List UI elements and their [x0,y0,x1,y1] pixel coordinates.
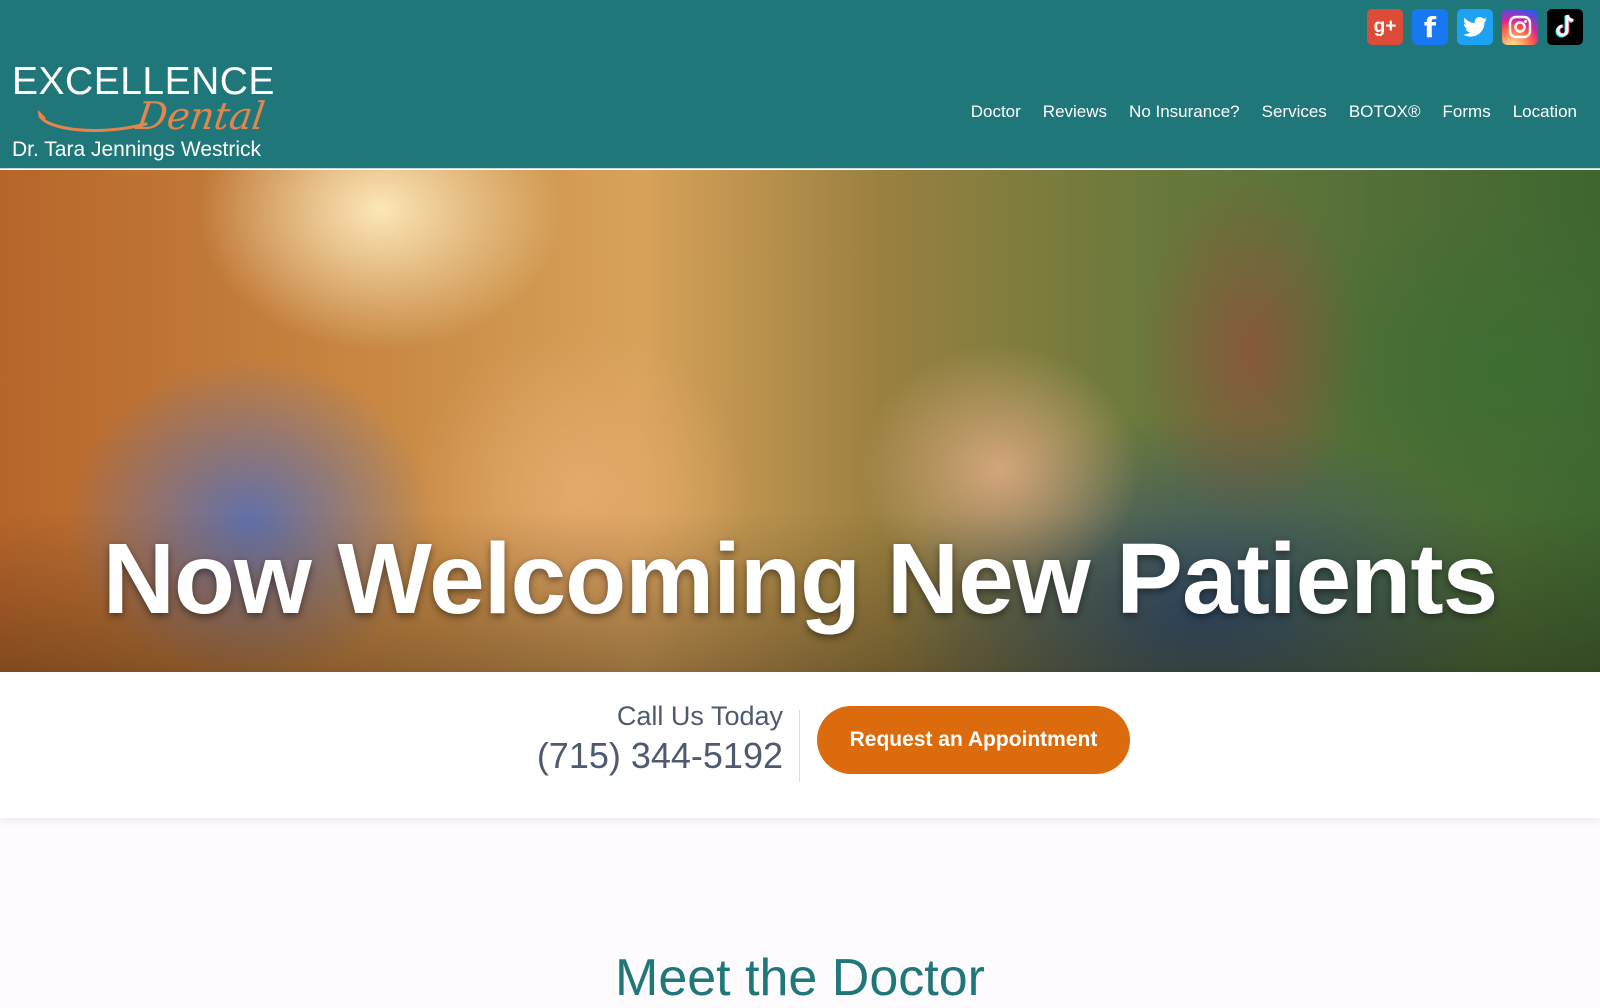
google-plus-icon[interactable]: g+ [1367,9,1403,45]
google-plus-glyph: g+ [1373,16,1397,37]
logo-swoosh-icon [38,110,148,132]
call-us-label: Call Us Today [616,701,783,731]
nav-item-botox[interactable]: BOTOX® [1338,101,1432,123]
instagram-icon[interactable] [1502,9,1538,45]
call-us-block: Call Us Today (715) 344-5192 [537,700,783,778]
tiktok-note-icon [1555,14,1575,38]
twitter-icon[interactable] [1457,9,1493,45]
meet-the-doctor-heading: Meet the Doctor [615,949,985,1007]
cta-divider [799,710,800,782]
facebook-icon[interactable]: f [1412,9,1448,45]
instagram-camera-icon [1508,15,1532,39]
nav-item-no-insurance[interactable]: No Insurance? [1118,101,1251,123]
phone-number-link[interactable]: (715) 344-5192 [537,734,783,778]
contact-cta-band: Call Us Today (715) 344-5192 Request an … [0,672,1600,818]
nav-item-forms[interactable]: Forms [1432,101,1502,123]
logo-dental: Dental [133,94,268,138]
logo-doctor-name: Dr. Tara Jennings Westrick [12,138,261,161]
hero-banner: Now Welcoming New Patients [0,170,1600,672]
nav-item-doctor[interactable]: Doctor [960,101,1032,123]
nav-item-reviews[interactable]: Reviews [1032,101,1118,123]
site-header: EXCELLENCE Dental Dr. Tara Jennings West… [0,0,1600,169]
site-logo[interactable]: EXCELLENCE Dental Dr. Tara Jennings West… [12,62,292,166]
nav-item-services[interactable]: Services [1251,101,1338,123]
hero-title: Now Welcoming New Patients [102,523,1499,635]
main-nav: Doctor Reviews No Insurance? Services BO… [960,101,1588,123]
facebook-glyph: f [1423,10,1437,44]
twitter-bird-icon [1463,17,1487,37]
request-appointment-button[interactable]: Request an Appointment [817,706,1130,774]
social-links: g+ f [1367,9,1583,45]
tiktok-icon[interactable] [1547,9,1583,45]
nav-item-location[interactable]: Location [1502,101,1588,123]
